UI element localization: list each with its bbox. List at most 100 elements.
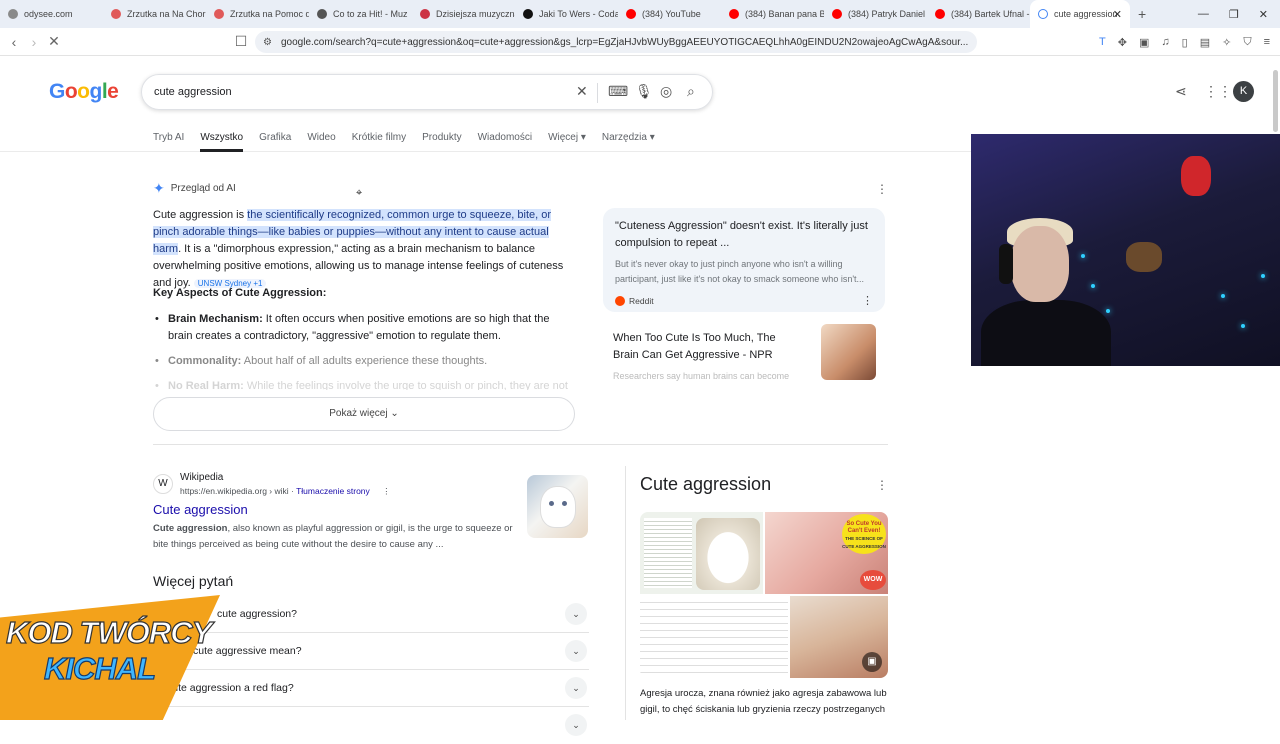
shield-icon[interactable]: ⛉: [1243, 36, 1251, 49]
tab-favicon-icon: [8, 9, 18, 19]
ai-overview-title-text: Przegląd od AI: [170, 183, 236, 194]
card-1-menu-icon[interactable]: ⋮: [862, 294, 873, 307]
puppy-image: [696, 518, 760, 590]
screenshot-icon[interactable]: ▣: [1139, 36, 1149, 49]
search-tab[interactable]: Narzędzia ▾: [602, 132, 655, 152]
back-icon[interactable]: ‹: [4, 34, 24, 50]
avatar[interactable]: K: [1233, 81, 1254, 102]
search-tab[interactable]: Grafika: [259, 132, 291, 152]
chevron-down-icon[interactable]: ⌄: [565, 603, 587, 625]
translate-link[interactable]: Tłumaczenie strony: [296, 486, 370, 496]
forward-icon[interactable]: ›: [24, 34, 44, 50]
search-icon[interactable]: ⌕: [687, 83, 695, 100]
browser-tab[interactable]: Zrzutka na Pomoc d: [206, 0, 309, 28]
sidebar-icon[interactable]: ▯: [1182, 36, 1188, 49]
section-divider: [153, 444, 888, 445]
search-input[interactable]: cute aggression: [154, 86, 232, 98]
lens-icon[interactable]: ◎: [660, 83, 672, 100]
wow-badge: WOW: [860, 570, 886, 590]
search-tab[interactable]: Krótkie filmy: [352, 132, 406, 152]
kp-image-child[interactable]: ▣: [790, 596, 888, 678]
browser-tab[interactable]: (384) Banan pana B: [721, 0, 824, 28]
tab-favicon-icon: [111, 9, 121, 19]
ai-icon[interactable]: ✧: [1222, 36, 1231, 49]
tab-favicon-icon: [214, 9, 224, 19]
intro-part-a: Cute aggression is: [153, 209, 248, 221]
microphone-icon[interactable]: 🎙: [635, 83, 653, 100]
kitten-thumbnail[interactable]: [527, 475, 588, 538]
mouse-cursor-icon: ⌖: [356, 187, 363, 199]
more-options-icon[interactable]: ⋮: [876, 182, 888, 196]
browser-tab-bar: odysee.com Zrzutka na Na Chor Zrzutka na P…: [0, 0, 1280, 28]
bullet-2-text: About half of all adults experience thes…: [241, 355, 488, 367]
minimize-icon[interactable]: —: [1198, 8, 1209, 20]
card-2-thumbnail: [821, 324, 876, 380]
chevron-down-icon[interactable]: ⌄: [565, 640, 587, 662]
kp-image-baby[interactable]: So Cute You Can't Even! THE SCIENCE OF CU…: [765, 512, 888, 594]
more-images-icon[interactable]: ▣: [862, 652, 882, 672]
google-logo[interactable]: Google: [49, 80, 119, 104]
chevron-down-icon[interactable]: ⌄: [565, 714, 587, 736]
browser-tab-label: odysee.com: [24, 9, 73, 19]
wallet-icon[interactable]: ▤: [1200, 36, 1210, 49]
close-window-icon[interactable]: ✕: [1259, 8, 1268, 21]
browser-tab[interactable]: Zrzutka na Na Chor: [103, 0, 206, 28]
kp-image-grid[interactable]: So Cute You Can't Even! THE SCIENCE OF CU…: [640, 512, 888, 678]
ai-bullet-1: Brain Mechanism: It often occurs when po…: [153, 311, 575, 345]
stop-reload-icon[interactable]: ✕: [44, 33, 64, 50]
url-bar[interactable]: ⚙ google.com/search?q=cute+aggression&oq…: [255, 31, 977, 53]
browser-tab[interactable]: (384) YouTube: [618, 0, 721, 28]
active-tab-label: cute aggression: [1054, 9, 1118, 19]
show-more-button[interactable]: Pokaż więcej ⌄: [153, 397, 575, 431]
media-icon[interactable]: ♫: [1161, 36, 1169, 48]
scrollbar[interactable]: [1273, 70, 1278, 132]
browser-tab[interactable]: Dzisiejsza muzyczna: [412, 0, 515, 28]
tab-favicon-icon: [832, 9, 842, 19]
card-1-title[interactable]: "Cuteness Aggression" doesn't exist. It'…: [615, 218, 873, 252]
extensions-icon[interactable]: ✥: [1118, 36, 1127, 49]
badge-text-1: So Cute You Can't Even!: [846, 521, 882, 534]
bookmark-icon[interactable]: ☐: [231, 33, 251, 50]
browser-tab[interactable]: (384) Bartek Ufnal -: [927, 0, 1030, 28]
chevron-down-icon[interactable]: ⌄: [565, 677, 587, 699]
search-tab[interactable]: Produkty: [422, 132, 461, 152]
browser-tab-label: Dzisiejsza muzyczna: [436, 9, 515, 19]
keyboard-icon[interactable]: ⌨: [608, 83, 628, 100]
search-box[interactable]: cute aggression ✕ ⌨ 🎙 ◎ ⌕: [141, 74, 713, 110]
text-lines: [644, 518, 692, 588]
kp-image-table[interactable]: [640, 596, 788, 678]
browser-tab[interactable]: Jaki To Wers - Coda: [515, 0, 618, 28]
chevron-down-icon: ⌄: [390, 408, 399, 419]
share-icon[interactable]: ⋖: [1175, 83, 1187, 100]
search-tab[interactable]: Wideo: [307, 132, 335, 152]
search-tab[interactable]: Tryb AI: [153, 132, 184, 152]
menu-icon[interactable]: ≡: [1264, 36, 1270, 48]
browser-tab[interactable]: odysee.com: [0, 0, 103, 28]
search-tab[interactable]: Wszystko: [200, 132, 244, 152]
result-menu-icon[interactable]: ⋮: [382, 486, 391, 496]
source-card-reddit[interactable]: "Cuteness Aggression" doesn't exist. It'…: [603, 208, 885, 312]
clear-icon[interactable]: ✕: [576, 83, 588, 100]
translate-icon[interactable]: T: [1099, 36, 1106, 48]
maximize-icon[interactable]: ❐: [1229, 8, 1239, 21]
browser-tab-label: (384) Patryk Daniel: [848, 9, 926, 19]
source-card-npr[interactable]: When Too Cute Is Too Much, The Brain Can…: [603, 320, 885, 384]
browser-tab[interactable]: (384) Patryk Daniel: [824, 0, 927, 28]
card-2-title[interactable]: When Too Cute Is Too Much, The Brain Can…: [613, 330, 803, 364]
site-info-icon[interactable]: ⚙: [263, 37, 272, 48]
ai-intro: Cute aggression is the scientifically re…: [153, 207, 575, 292]
tab-active[interactable]: cute aggression ✕: [1030, 0, 1130, 28]
close-tab-icon[interactable]: ✕: [1113, 8, 1122, 21]
ai-bullet-2: Commonality: About half of all adults ex…: [153, 353, 575, 370]
result-url-text: https://en.wikipedia.org › wiki: [180, 486, 289, 496]
kp-menu-icon[interactable]: ⋮: [876, 478, 888, 492]
new-tab-button[interactable]: +: [1138, 6, 1146, 22]
result-site-name[interactable]: Wikipedia: [180, 472, 223, 483]
kp-image-infographic[interactable]: [640, 512, 763, 594]
result-title-link[interactable]: Cute aggression: [153, 502, 248, 517]
knowledge-panel: Cute aggression ⋮ So Cute You Can't Even…: [625, 466, 888, 720]
browser-tab-label: (384) Bartek Ufnal -: [951, 9, 1030, 19]
search-tab[interactable]: Więcej ▾: [548, 132, 586, 152]
search-tab[interactable]: Wiadomości: [478, 132, 532, 152]
browser-tab[interactable]: Co to za Hit! - Muz: [309, 0, 412, 28]
